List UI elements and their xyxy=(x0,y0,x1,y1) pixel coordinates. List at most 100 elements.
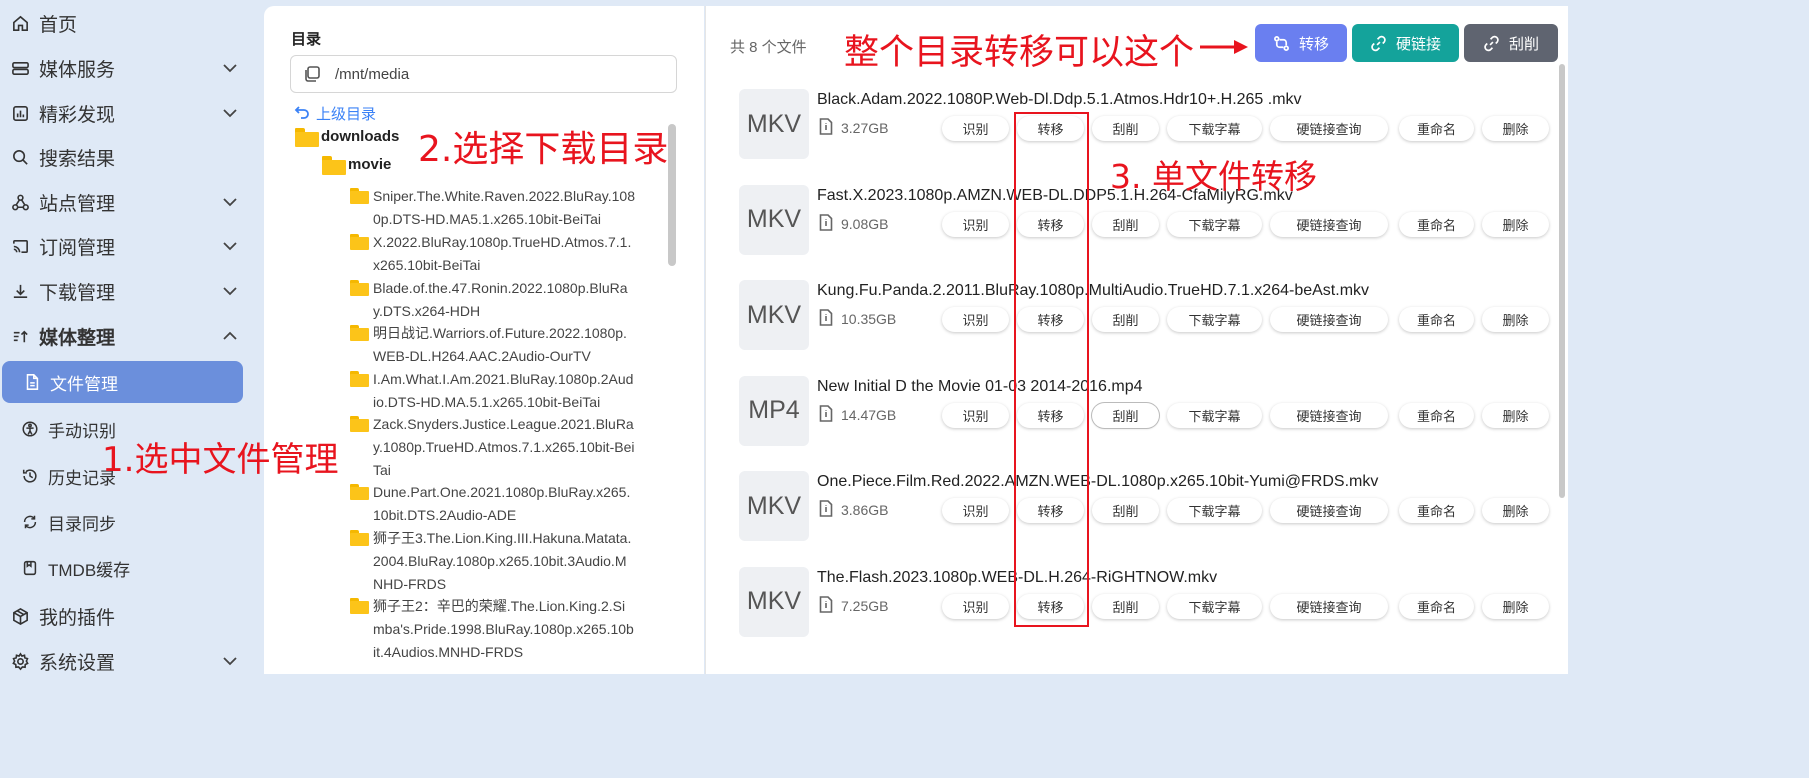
download-subtitle-button[interactable]: 下载字幕 xyxy=(1167,307,1262,332)
tree-folder-item[interactable]: Sniper.The.White.Raven.2022.BluRay.1080p… xyxy=(350,185,636,231)
download-subtitle-button[interactable]: 下载字幕 xyxy=(1167,498,1262,523)
tree-folder-downloads[interactable]: downloads xyxy=(295,128,399,147)
download-subtitle-button[interactable]: 下载字幕 xyxy=(1167,402,1262,428)
sidebar-item-discover[interactable]: 精彩发现 xyxy=(0,93,252,133)
tree-folder-item[interactable]: Dune.Part.One.2021.1080p.BluRay.x265.10b… xyxy=(350,481,636,527)
recognize-button[interactable]: 识别 xyxy=(942,402,1009,428)
scrape-button[interactable]: 刮削 xyxy=(1092,593,1159,619)
tree-folder-movie[interactable]: movie xyxy=(322,156,391,175)
sidebar-item-dir-sync[interactable]: 目录同步 xyxy=(0,502,252,542)
delete-button[interactable]: 删除 xyxy=(1482,116,1549,141)
hardlink-query-button[interactable]: 硬链接查询 xyxy=(1270,498,1388,523)
rename-button[interactable]: 重命名 xyxy=(1399,116,1474,141)
chart-icon xyxy=(10,103,30,123)
delete-button[interactable]: 删除 xyxy=(1482,211,1549,237)
file-info-icon xyxy=(819,118,841,138)
recognize-button[interactable]: 识别 xyxy=(942,116,1009,141)
rename-button[interactable]: 重命名 xyxy=(1399,402,1474,428)
scrape-icon xyxy=(1483,35,1500,52)
scrape-all-button[interactable]: 刮削 xyxy=(1464,24,1558,62)
sidebar-item-downloads[interactable]: 下载管理 xyxy=(0,271,252,311)
tree-folder-item[interactable]: Zack.Snyders.Justice.League.2021.BluRay.… xyxy=(350,413,636,482)
rename-button[interactable]: 重命名 xyxy=(1399,498,1474,523)
parent-directory-link[interactable]: 上级目录 xyxy=(294,103,376,124)
annotation-top-note: 整个目录转移可以这个 xyxy=(844,33,1195,73)
tree-folder-item[interactable]: 狮子王2：辛巴的荣耀.The.Lion.King.2.Simba's.Pride… xyxy=(350,595,636,657)
file-row[interactable]: MP4 New Initial D the Movie 01-03 2014-20… xyxy=(739,375,1549,448)
download-icon xyxy=(10,281,30,301)
sidebar-item-label: 精彩发现 xyxy=(39,104,116,126)
recognize-button[interactable]: 识别 xyxy=(942,593,1009,619)
rename-button[interactable]: 重命名 xyxy=(1399,211,1474,237)
hardlink-query-button[interactable]: 硬链接查询 xyxy=(1270,402,1388,428)
copy-icon[interactable] xyxy=(303,65,323,83)
scrape-button[interactable]: 刮削 xyxy=(1092,211,1159,237)
rename-button[interactable]: 重命名 xyxy=(1399,307,1474,332)
sidebar-item-media-server[interactable]: 媒体服务 xyxy=(0,48,252,88)
sidebar-item-sites[interactable]: 站点管理 xyxy=(0,182,252,222)
sidebar-item-label: 首页 xyxy=(39,14,78,36)
tree-folder-label: 狮子王3.The.Lion.King.III.Hakuna.Matata.200… xyxy=(373,530,632,592)
hardlink-query-button[interactable]: 硬链接查询 xyxy=(1270,211,1388,237)
return-icon xyxy=(294,105,316,123)
delete-button[interactable]: 删除 xyxy=(1482,307,1549,332)
file-list-scrollbar[interactable] xyxy=(1559,64,1565,498)
tree-folder-label: I.Am.What.I.Am.2021.BluRay.1080p.2Audio.… xyxy=(373,371,634,410)
file-info-icon xyxy=(819,213,841,234)
tree-folder-label: Dune.Part.One.2021.1080p.BluRay.x265.10b… xyxy=(373,484,631,523)
file-row[interactable]: MKV One.Piece.Film.Red.2022.AMZN.WEB-DL.1… xyxy=(739,471,1549,543)
delete-button[interactable]: 删除 xyxy=(1482,593,1549,619)
file-size-value: 3.86GB xyxy=(841,502,889,518)
package-icon xyxy=(10,606,30,626)
path-input[interactable]: /mnt/media xyxy=(290,55,677,93)
hardlink-query-button[interactable]: 硬链接查询 xyxy=(1270,593,1388,619)
tree-folder-label: Zack.Snyders.Justice.League.2021.BluRay.… xyxy=(373,416,635,478)
folder-icon xyxy=(295,128,319,147)
file-info-icon xyxy=(819,500,841,520)
sidebar-item-tmdb-cache[interactable]: TMDB缓存 xyxy=(0,548,252,588)
sidebar-item-search-results[interactable]: 搜索结果 xyxy=(0,137,252,177)
delete-button[interactable]: 删除 xyxy=(1482,498,1549,523)
delete-button[interactable]: 删除 xyxy=(1482,402,1549,428)
parent-directory-label: 上级目录 xyxy=(316,106,377,123)
tree-folder-item[interactable]: 狮子王3.The.Lion.King.III.Hakuna.Matata.200… xyxy=(350,527,636,596)
sidebar-item-plugins[interactable]: 我的插件 xyxy=(0,596,252,636)
file-size: 10.35GB xyxy=(819,309,896,329)
file-row[interactable]: MKV Kung.Fu.Panda.2.2011.BluRay.1080p.Mul… xyxy=(739,280,1549,352)
sidebar-item-home[interactable]: 首页 xyxy=(0,3,252,43)
transfer-all-button[interactable]: 转移 xyxy=(1255,24,1347,62)
file-name: Black.Adam.2022.1080P.Web-Dl.Ddp.5.1.Atm… xyxy=(817,91,1302,108)
tree-folder-item[interactable]: I.Am.What.I.Am.2021.BluRay.1080p.2Audio.… xyxy=(350,368,636,414)
hardlink-query-button[interactable]: 硬链接查询 xyxy=(1270,307,1388,332)
tree-folder-item[interactable]: 明日战记.Warriors.of.Future.2022.1080p.WEB-D… xyxy=(350,322,636,368)
directory-scrollbar[interactable] xyxy=(668,124,676,266)
file-name: New Initial D the Movie 01-03 2014-2016.… xyxy=(817,377,1143,395)
tree-folder-label: Blade.of.the.47.Ronin.2022.1080p.BluRay.… xyxy=(373,280,628,319)
scrape-button[interactable]: 刮削 xyxy=(1092,307,1159,332)
sidebar-item-file-manager[interactable]: 文件管理 xyxy=(2,361,243,403)
scrape-button[interactable]: 刮削 xyxy=(1092,116,1159,141)
sidebar-item-label: 订阅管理 xyxy=(39,237,116,259)
rename-button[interactable]: 重命名 xyxy=(1399,593,1474,619)
tree-folder-label: 明日战记.Warriors.of.Future.2022.1080p.WEB-D… xyxy=(373,325,627,364)
hardlink-button[interactable]: 硬链接 xyxy=(1352,24,1459,62)
tree-folder-item[interactable]: Blade.of.the.47.Ronin.2022.1080p.BluRay.… xyxy=(350,277,636,323)
sidebar-item-label: 媒体整理 xyxy=(39,327,116,349)
hardlink-query-button[interactable]: 硬链接查询 xyxy=(1270,116,1388,141)
recognize-button[interactable]: 识别 xyxy=(942,307,1009,332)
file-count: 共 8 个文件 xyxy=(730,39,807,56)
scrape-button[interactable]: 刮削 xyxy=(1092,402,1159,428)
recognize-button[interactable]: 识别 xyxy=(942,211,1009,237)
file-row[interactable]: MKV The.Flash.2023.1080p.WEB-DL.H.264-RiG… xyxy=(739,566,1549,639)
sidebar-item-subscriptions[interactable]: 订阅管理 xyxy=(0,226,252,266)
download-subtitle-button[interactable]: 下载字幕 xyxy=(1167,211,1262,237)
tree-folder-item[interactable]: X.2022.BluRay.1080p.TrueHD.Atmos.7.1.x26… xyxy=(350,231,636,277)
download-subtitle-button[interactable]: 下载字幕 xyxy=(1167,116,1262,141)
file-info-icon xyxy=(819,309,841,329)
sidebar-item-settings[interactable]: 系统设置 xyxy=(0,641,252,681)
annotation-transfer-column-box xyxy=(1014,112,1089,627)
sidebar-item-media-organize[interactable]: 媒体整理 xyxy=(0,316,252,356)
recognize-button[interactable]: 识别 xyxy=(942,498,1009,523)
scrape-button[interactable]: 刮削 xyxy=(1092,498,1159,523)
download-subtitle-button[interactable]: 下载字幕 xyxy=(1167,593,1262,619)
